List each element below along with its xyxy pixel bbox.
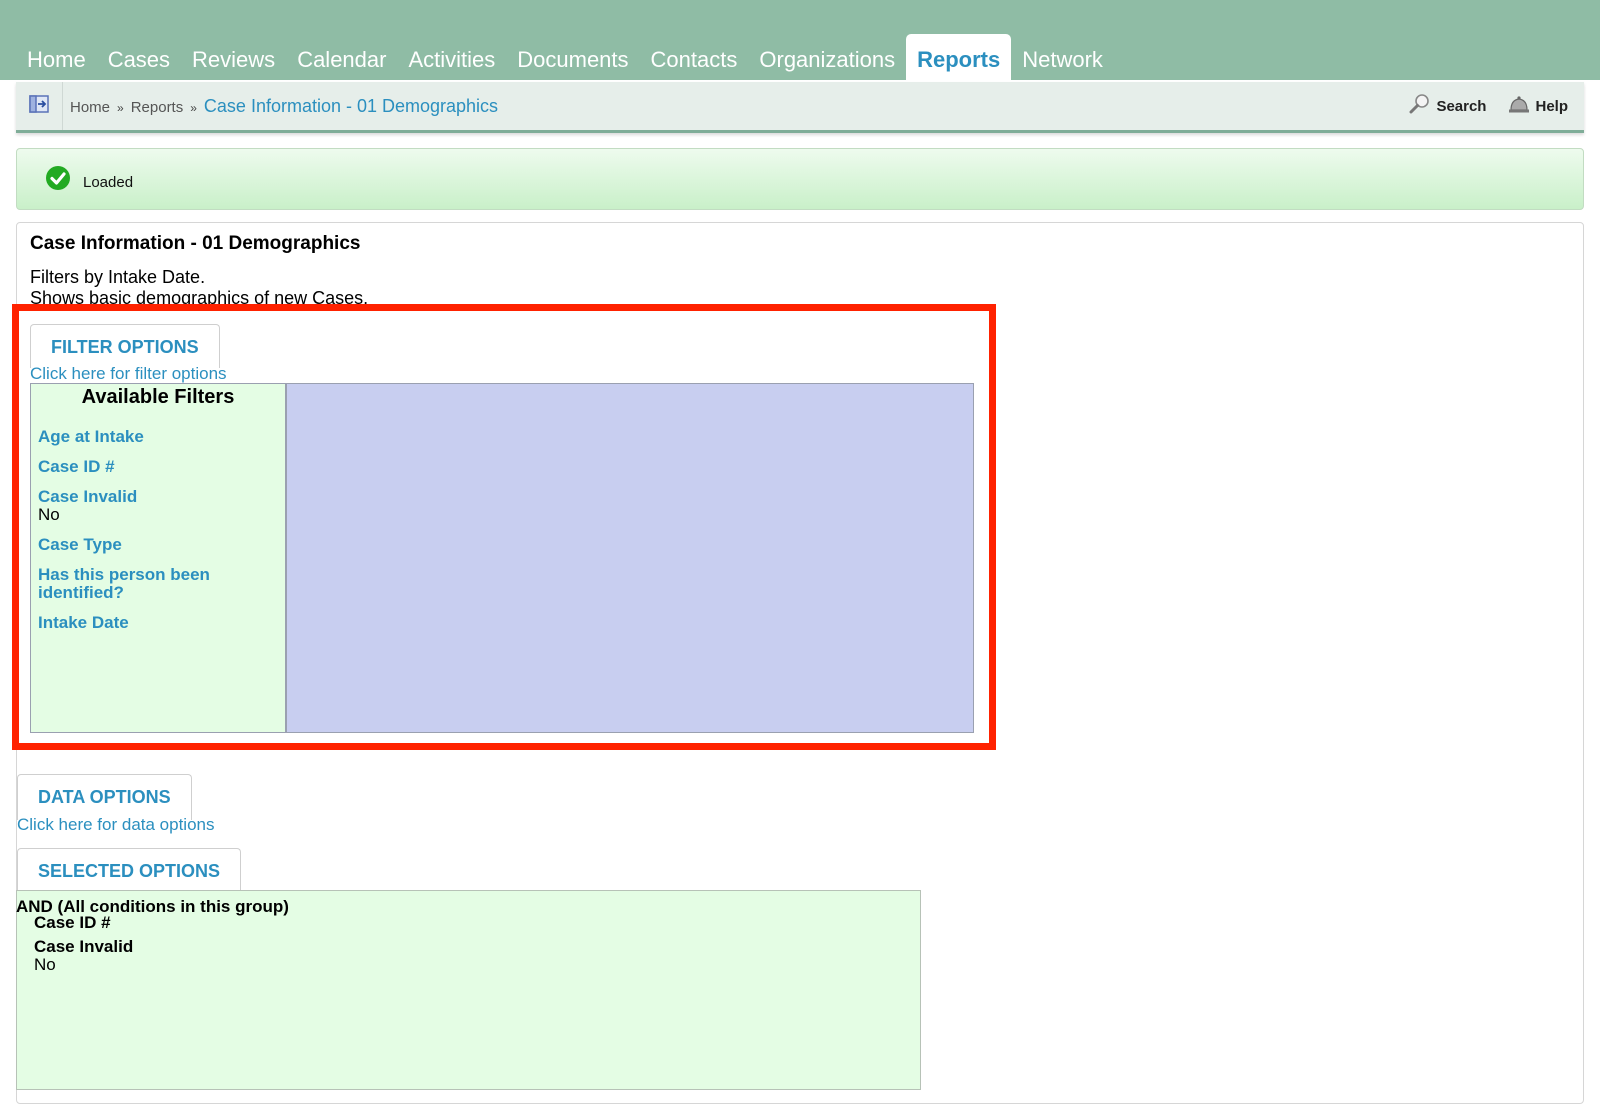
nav-tab-reports[interactable]: Reports <box>906 34 1012 80</box>
selected-item-case-id[interactable]: Case ID # <box>34 914 111 932</box>
search-icon <box>1409 93 1436 119</box>
nav-tab-organizations[interactable]: Organizations <box>748 34 906 80</box>
tab-selected-options[interactable]: SELECTED OPTIONS <box>17 848 242 892</box>
selected-item-case-invalid[interactable]: Case Invalid No <box>34 938 133 974</box>
sidebar-toggle-button[interactable] <box>16 82 63 130</box>
breadcrumb-current[interactable]: Case Information - 01 Demographics <box>204 96 498 116</box>
nav-tab-network[interactable]: Network <box>1011 34 1114 80</box>
status-text: Loaded <box>83 174 134 191</box>
nav-tabs: Home Cases Reviews Calendar Activities D… <box>16 34 1114 80</box>
breadcrumb-separator: » <box>117 101 124 115</box>
nav-tab-contacts[interactable]: Contacts <box>640 34 749 80</box>
check-circle-icon <box>45 165 71 196</box>
nav-tab-calendar[interactable]: Calendar <box>286 34 397 80</box>
nav-tab-cases[interactable]: Cases <box>97 34 181 80</box>
help-button[interactable]: Help <box>1508 94 1568 118</box>
status-message-box: Loaded <box>16 148 1584 210</box>
toolbar-tools: Search Help <box>1387 82 1568 130</box>
search-label: Search <box>1436 97 1487 115</box>
highlight-box <box>12 304 996 750</box>
data-options-link[interactable]: Click here for data options <box>17 815 215 835</box>
tab-data-options[interactable]: DATA OPTIONS <box>17 774 192 820</box>
breadcrumb-home[interactable]: Home <box>70 99 110 116</box>
report-description: Filters by Intake Date. Shows basic demo… <box>30 267 368 309</box>
report-title: Case Information - 01 Demographics <box>30 233 361 254</box>
nav-tab-activities[interactable]: Activities <box>397 34 506 80</box>
report-description-line: Filters by Intake Date. <box>30 267 206 287</box>
breadcrumb-reports[interactable]: Reports <box>131 99 184 116</box>
help-bell-icon <box>1508 94 1535 118</box>
breadcrumb-separator: » <box>190 101 197 115</box>
nav-tab-home[interactable]: Home <box>16 34 97 80</box>
selected-item-value: No <box>34 955 56 974</box>
help-label: Help <box>1535 97 1568 115</box>
selected-options-box <box>16 890 921 1090</box>
expand-panel-icon <box>29 94 49 118</box>
breadcrumb-bar: Home » Reports » Case Information - 01 Demog… <box>16 82 1584 133</box>
breadcrumb: Home » Reports » Case Information - 01 Demog… <box>70 82 498 130</box>
top-nav: Home Cases Reviews Calendar Activities D… <box>0 0 1600 82</box>
selected-item-name: Case Invalid <box>34 937 134 956</box>
nav-tab-reviews[interactable]: Reviews <box>181 34 286 80</box>
nav-tab-documents[interactable]: Documents <box>506 34 639 80</box>
search-button[interactable]: Search <box>1409 93 1486 119</box>
selected-item-name: Case ID # <box>34 913 111 932</box>
